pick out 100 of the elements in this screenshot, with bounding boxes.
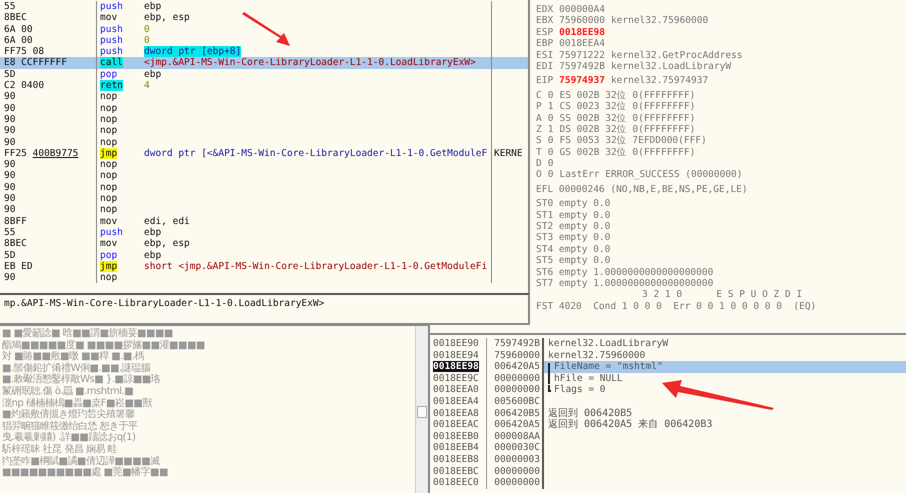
fpu-register: ST0 empty 0.0: [536, 198, 610, 210]
stack-value: 7597492B: [487, 338, 544, 350]
hex-bytes: 90: [0, 272, 97, 284]
stack-comment-cell[interactable]: kernel32.75960000: [544, 350, 906, 362]
register-value[interactable]: 000000A4: [559, 4, 605, 16]
stack-comment-cell[interactable]: 返回到 006420B5: [544, 408, 906, 420]
stack-address: 0018EE9C: [433, 372, 479, 384]
stack-comment-cell[interactable]: Flags = 0: [544, 384, 906, 396]
dump-line: ■ ■愛籲諗■ 晗■■謂■旂穡荽■■■■: [2, 328, 174, 340]
flag-detail: ES 002B 32位 0(FFFFFFFF): [559, 90, 696, 102]
mnemonic: nop: [100, 204, 118, 216]
flag-detail: FS 0053 32位 7EFDD000(FFF): [559, 135, 707, 147]
operand: ebp, esp: [144, 238, 190, 250]
stack-address: 0018EEB0: [433, 430, 479, 442]
code-row[interactable]: FF25 400B9775 jmp dword ptr [<&API-MS-Win-Core-LibraryLoader-L1-1-0.GetModuleF KERNE: [0, 148, 528, 160]
flag-value[interactable]: 1: [548, 124, 554, 136]
dump-line: 曳.羲羲剿齉) .詳■■躊諗おq(1): [2, 432, 136, 444]
code-row[interactable]: 90 nop: [0, 102, 528, 114]
mnemonic: retn: [100, 80, 123, 92]
dump-line: ■灼籟敷倩摫き燈玓皙尖殖箸馨: [2, 409, 136, 420]
selected-stack-row[interactable]: FileName = "mshtml": [544, 361, 906, 373]
hex-bytes: E8 CCFFFFFF: [0, 57, 97, 69]
hex-bytes: FF25 400B9775: [0, 148, 97, 160]
flag-detail: GS 002B 32位 0(FFFFFFFF): [559, 146, 696, 158]
hex-bytes: 55: [0, 1, 97, 12]
fpu-status: FST 4020 Cond 1 0 0 0 Err 0 0 1 0 0 0 0 0 (EQ): [536, 300, 816, 312]
code-row[interactable]: 55 push ebp: [0, 1, 528, 12]
register-name: EBP: [536, 38, 554, 50]
selected-code-row[interactable]: E8 CCFFFFFF call <jmp.&API-MS-Win-Core-LibraryLoader-L1-1-0.LoadLibraryExW>: [0, 57, 528, 69]
register-value[interactable]: 7597492B: [559, 60, 605, 72]
operand: <jmp.&API-MS-Win-Core-LibraryLoader-L1-1-0.LoadLibraryExW>: [144, 57, 476, 68]
dump-line: ■■■■■■■■■■處 ■莞■幡字■■: [2, 467, 169, 479]
register-value[interactable]: 75971222: [559, 50, 605, 61]
flag-value[interactable]: 0: [548, 158, 554, 170]
mnemonic: call: [100, 57, 123, 68]
mnemonic: push: [100, 46, 123, 58]
register-value[interactable]: 75974937: [559, 75, 605, 87]
mnemonic: mov: [100, 216, 118, 227]
operand: dword ptr [ebp+8]: [144, 46, 242, 58]
stack-address: 0018EE94: [433, 350, 479, 361]
dump-line: 対 ■賰■■敷■暾 ■■稈 ■.■.榪: [2, 351, 145, 362]
code-row[interactable]: 90 nop: [0, 159, 528, 170]
operand: 0: [144, 34, 150, 46]
flag-value[interactable]: 0: [548, 90, 554, 102]
stack-comment-cell[interactable]: kernel32.LoadLibraryW: [544, 338, 906, 350]
code-row[interactable]: 90 nop: [0, 125, 528, 137]
code-row[interactable]: 90 nop: [0, 204, 528, 216]
hex-bytes: 5D: [0, 68, 97, 80]
register-value[interactable]: 0018EEA4: [559, 38, 605, 50]
flag-name: D: [536, 158, 542, 170]
hex-bytes: 5D: [0, 250, 97, 261]
fpu-register: ST4 empty 0.0: [536, 244, 610, 256]
flag-value[interactable]: 0: [548, 135, 554, 147]
stack-comment-cell[interactable]: hFile = NULL: [544, 372, 906, 384]
stack-address: 0018EEC0: [433, 477, 479, 488]
code-row[interactable]: 55 push ebp: [0, 226, 528, 238]
mnemonic: nop: [100, 102, 118, 114]
flag-detail: CS 0023 32位 0(FFFFFFFF): [559, 101, 696, 113]
mnemonic: nop: [100, 114, 118, 125]
register-value[interactable]: 0018EE98: [559, 26, 605, 38]
hex-bytes: 90: [0, 136, 97, 148]
code-row[interactable]: 90 nop: [0, 170, 528, 182]
code-row[interactable]: 90 nop: [0, 91, 528, 103]
flag-value[interactable]: 1: [548, 101, 554, 113]
stack-value: 005600BC: [487, 396, 544, 408]
flag-name: P: [536, 101, 542, 113]
fpu-register: ST6 empty 1.0000000000000000000: [536, 266, 714, 278]
hex-bytes: 90: [0, 159, 97, 170]
hex-bytes: 90: [0, 204, 97, 216]
code-row[interactable]: 8BEC mov ebp, esp: [0, 238, 528, 250]
flag-value[interactable]: 0: [548, 169, 554, 181]
operand: dword ptr [<&API-MS-Win-Core-LibraryLoader-L1-1-0.GetModuleF: [144, 148, 488, 159]
stack-address: 0018EEB4: [433, 442, 479, 454]
hex-bytes: 90: [0, 102, 97, 114]
flag-name: S: [536, 135, 542, 147]
code-row[interactable]: EB ED jmp short <jmp.&API-MS-Win-Core-LibraryLoader-L1-1-0.GetModuleFi: [0, 260, 528, 272]
code-row[interactable]: 90 nop: [0, 114, 528, 126]
flag-value[interactable]: 0: [548, 112, 554, 124]
comment: KERNE: [494, 148, 523, 159]
register-value[interactable]: 75960000: [559, 15, 605, 27]
code-row[interactable]: 90 nop: [0, 193, 528, 204]
code-row[interactable]: 90 nop: [0, 272, 528, 284]
arrow-annotation-icon: [240, 12, 292, 48]
mnemonic: push: [100, 34, 123, 46]
register-name: EBX: [536, 15, 554, 27]
stack-comment-cell[interactable]: 返回到 006420A5 来自 006420B3: [544, 419, 906, 431]
code-row[interactable]: 90 nop: [0, 182, 528, 194]
hex-bytes: 8BEC: [0, 238, 97, 250]
operand: edi, edi: [144, 216, 190, 227]
flag-detail: LastErr ERROR_SUCCESS (00000000): [559, 169, 742, 181]
dump-line: ■.敕礮浯愸鑿椁敵Ws■ }.■諒■■珞: [2, 374, 162, 386]
flag-value[interactable]: 0: [548, 146, 554, 158]
scrollbar[interactable]: [415, 326, 428, 493]
hex-bytes: 6A 00: [0, 24, 97, 35]
hex-bytes: 90: [0, 114, 97, 126]
stack-address: 0018EE90: [433, 338, 479, 349]
mnemonic: nop: [100, 125, 118, 136]
code-row[interactable]: C2 0400 retn 4: [0, 80, 528, 92]
dump-line: 犳垄咋■棡賦■譎■倩辺譁■■■■滅: [2, 456, 161, 467]
code-row[interactable]: 8BFF mov edi, edi: [0, 216, 528, 227]
